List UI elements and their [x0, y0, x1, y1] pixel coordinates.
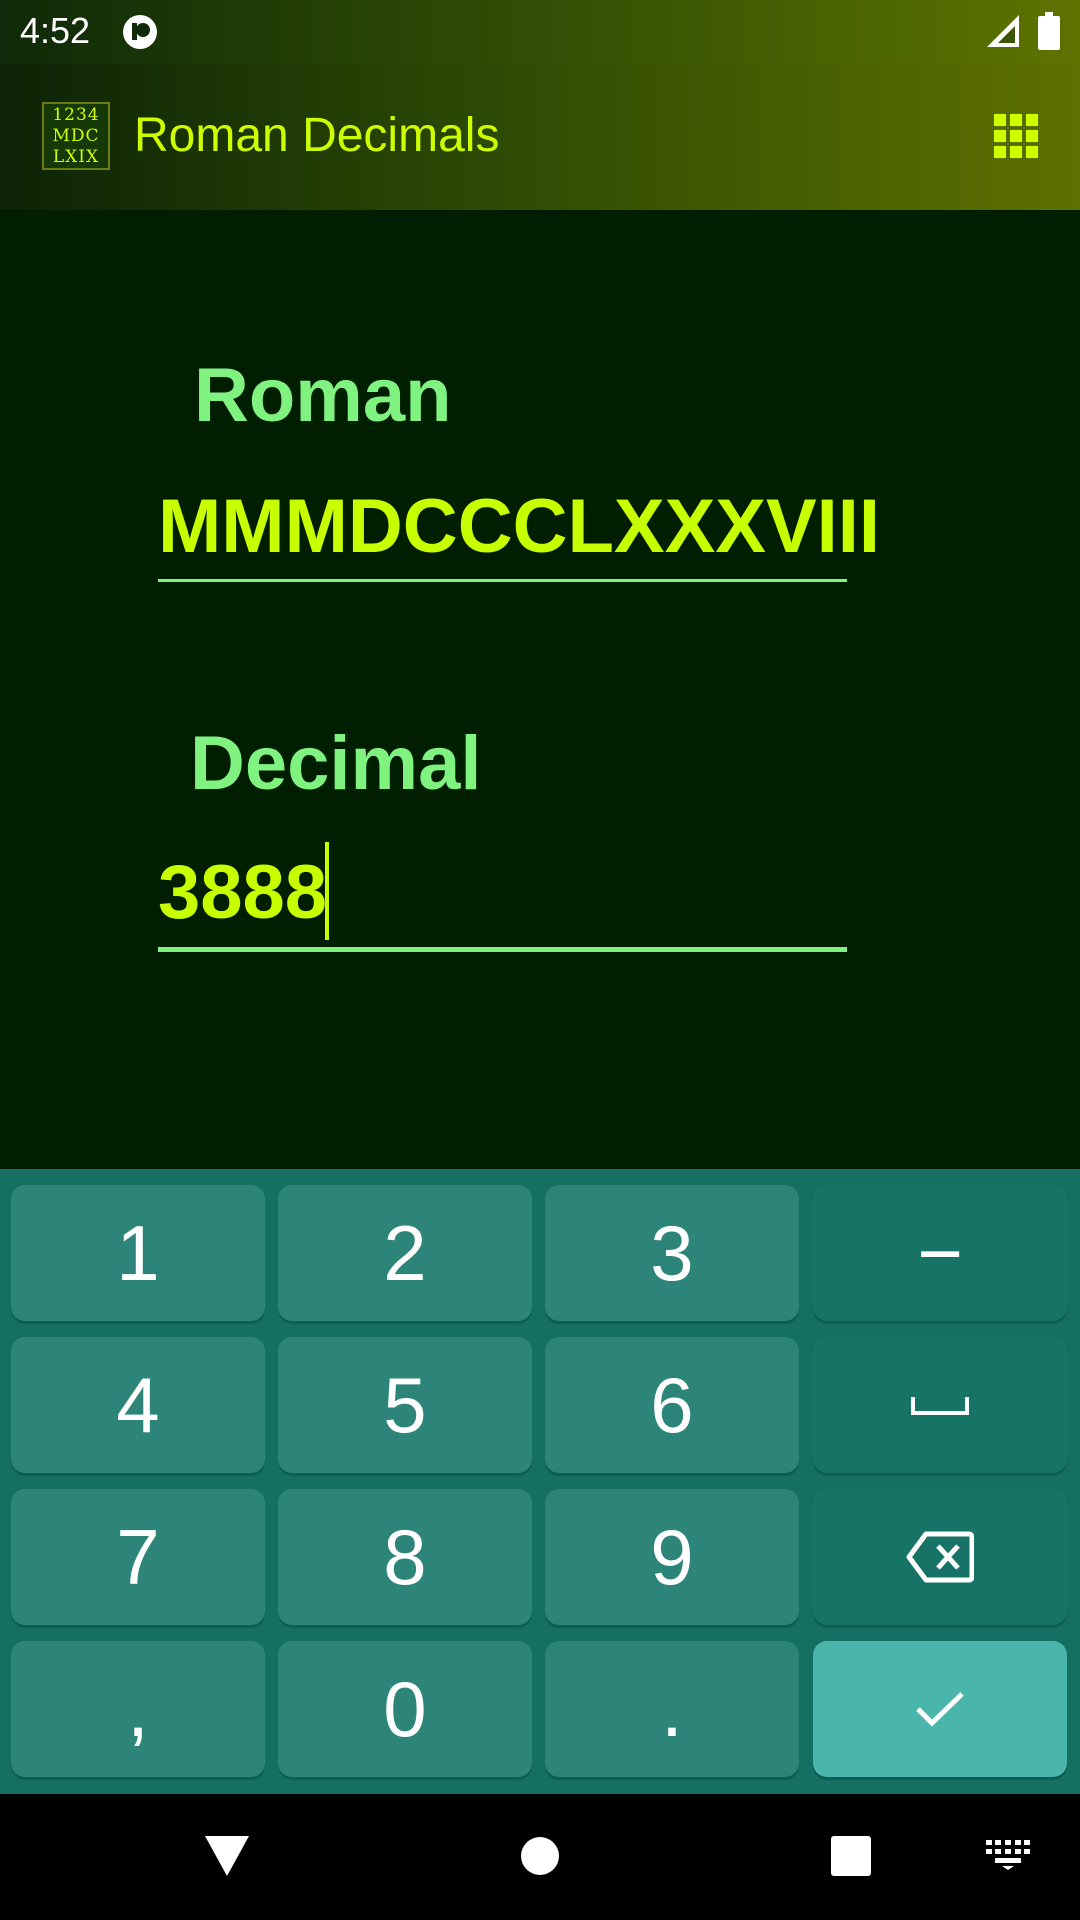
key-1[interactable]: 1 [11, 1185, 265, 1321]
decimal-underline [158, 947, 847, 952]
badge-icon [123, 15, 157, 49]
text-cursor [325, 842, 329, 940]
key-6[interactable]: 6 [545, 1337, 799, 1473]
key-period[interactable]: . [545, 1641, 799, 1777]
navigation-bar [0, 1794, 1080, 1920]
roman-underline [158, 579, 847, 582]
status-bar: 4:52 [0, 0, 1080, 64]
key-7[interactable]: 7 [11, 1489, 265, 1625]
keyboard-icon[interactable] [986, 1840, 1030, 1870]
decimal-input[interactable]: 3888 [158, 855, 327, 931]
battery-icon [1038, 12, 1060, 50]
check-icon [916, 1692, 964, 1727]
back-icon[interactable] [205, 1836, 249, 1876]
backspace-icon [906, 1531, 974, 1583]
app-logo: 1234 MDC LXIX [42, 102, 110, 170]
status-time: 4:52 [20, 10, 91, 51]
decimal-label: Decimal [190, 721, 482, 806]
home-icon[interactable] [520, 1836, 560, 1876]
signal-icon [987, 15, 1019, 47]
recents-icon[interactable] [831, 1836, 871, 1876]
key-comma[interactable]: , [11, 1641, 265, 1777]
key-8[interactable]: 8 [278, 1489, 532, 1625]
key-5[interactable]: 5 [278, 1337, 532, 1473]
numeric-keyboard: 1 2 3 − 4 5 6 7 8 9 , 0 . [0, 1169, 1080, 1794]
logo-line-1: 1234 [52, 105, 100, 125]
key-backspace[interactable] [813, 1489, 1067, 1625]
key-space[interactable] [813, 1337, 1067, 1473]
key-4[interactable]: 4 [11, 1337, 265, 1473]
space-icon [911, 1397, 969, 1415]
key-2[interactable]: 2 [278, 1185, 532, 1321]
key-done[interactable] [813, 1641, 1067, 1777]
roman-input[interactable]: MMMDCCCLXXXVIII [158, 489, 880, 565]
key-9[interactable]: 9 [545, 1489, 799, 1625]
logo-line-2: MDC [52, 126, 100, 146]
key-0[interactable]: 0 [278, 1641, 532, 1777]
grid-icon[interactable] [994, 114, 1038, 158]
roman-label: Roman [194, 353, 452, 438]
key-3[interactable]: 3 [545, 1185, 799, 1321]
logo-line-3: LXIX [52, 147, 100, 167]
key-minus[interactable]: − [813, 1185, 1067, 1321]
app-title: Roman Decimals [134, 109, 500, 162]
